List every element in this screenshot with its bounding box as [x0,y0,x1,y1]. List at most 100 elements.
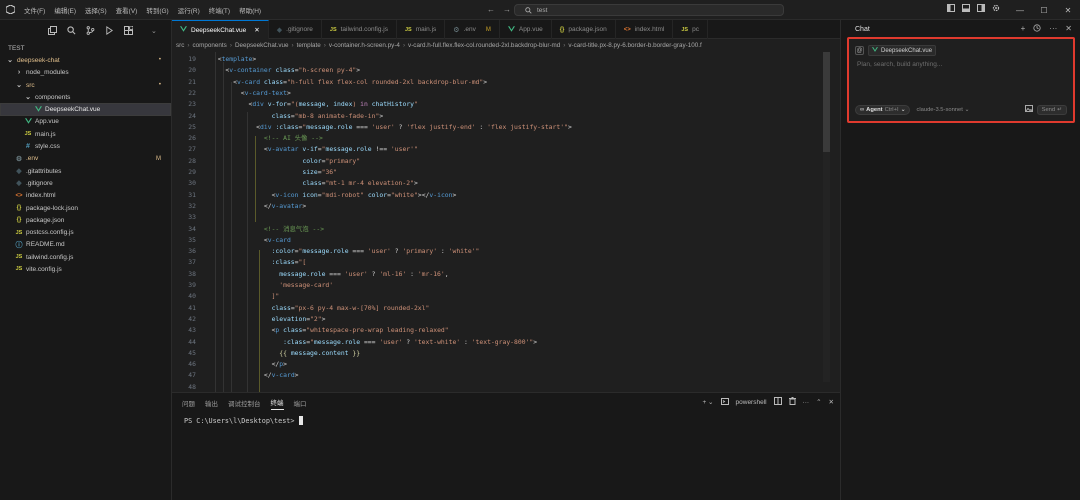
toggle-sidebar-icon[interactable] [947,4,955,14]
history-icon[interactable] [1033,24,1041,34]
more-icon[interactable]: ··· [1049,24,1057,34]
code-token: v-avatar [267,145,299,154]
command-center-search[interactable]: test [514,4,784,16]
breadcrumb-separator-icon: › [323,42,326,49]
file-tree-item[interactable]: {} package.json [0,214,171,226]
explorer-root-label[interactable]: TEST [0,42,171,54]
source-control-icon[interactable] [86,25,95,37]
copy-icon[interactable] [48,25,57,37]
trash-icon[interactable] [788,397,796,407]
add-context-icon[interactable]: @ [855,46,864,55]
close-chat-icon[interactable]: ✕ [1065,24,1072,34]
back-arrow-icon[interactable]: ← [487,5,495,14]
vertical-scrollbar[interactable] [823,52,830,382]
file-tree-item[interactable]: JS tailwind.config.js [0,251,171,263]
menu-item[interactable]: 终端(T) [209,5,230,15]
menu-item[interactable]: 编辑(E) [54,5,76,15]
git-status-badge: • [158,82,161,89]
code-token: : [460,337,472,346]
file-tree-item[interactable]: JS postcss.config.js [0,226,171,238]
context-file-pill[interactable]: DeepseekChat.vue [868,45,937,56]
file-tree-item[interactable]: › node_modules [0,67,171,79]
run-debug-icon[interactable] [105,25,114,37]
editor-tab[interactable]: App.vue [500,20,552,39]
send-button[interactable]: Send ↵ [1036,104,1067,115]
menu-item[interactable]: 转到(G) [146,5,168,15]
menu-item[interactable]: 文件(F) [24,5,45,15]
breadcrumb-separator-icon: › [402,42,406,49]
panel-tab[interactable]: 端口 [294,398,307,408]
code-token: "px-6 py-4 max-w-[70%] rounded-2xl" [294,303,430,312]
vue-file-icon [34,105,42,114]
breadcrumb-item[interactable]: v-card.h-full.flex.flex-col.rounded-2xl.… [408,42,560,49]
minimize-icon[interactable]: — [1008,0,1032,20]
search-icon[interactable] [67,25,76,37]
scrollbar-thumb[interactable] [823,52,830,152]
editor-tab[interactable]: {} package.json [552,20,616,39]
editor-tab[interactable]: ◆ .gitignore [269,20,322,39]
maximize-panel-icon[interactable]: ⌃ [816,398,821,406]
code-token: > [533,337,538,346]
toggle-secondary-sidebar-icon[interactable] [977,4,985,14]
chat-input-box[interactable]: @ DeepseekChat.vue Plan, search, build a… [847,37,1075,123]
image-attach-icon[interactable] [1025,105,1033,114]
shell-name[interactable]: powershell [736,399,767,406]
code-view[interactable]: 19 <template> 20 <v-container class="h-sc… [172,52,840,392]
extensions-icon[interactable] [124,24,135,37]
model-selector[interactable]: claude-3.5-sonnet ⌄ [916,107,969,113]
chevron-down-icon[interactable]: ⌄ [151,27,157,35]
panel-tab[interactable]: 终端 [270,397,284,410]
breadcrumb-item[interactable]: components [193,42,227,49]
file-tree-item[interactable]: JS main.js [0,128,171,140]
panel-tab[interactable]: 输出 [205,398,218,408]
breadcrumb-item[interactable]: template [297,42,321,49]
close-tab-icon[interactable]: ✕ [254,26,259,34]
menu-item[interactable]: 运行(R) [178,5,200,15]
file-tree-item[interactable]: <> index.html [0,190,171,202]
menu-item[interactable]: 帮助(H) [239,5,261,15]
more-icon[interactable]: ··· [803,399,810,406]
panel-tab[interactable]: 问题 [182,398,195,408]
file-tree-item[interactable]: ⌄ deepseek-chat • [0,54,171,66]
terminal-prompt-line[interactable]: PS C:\Users\l\Desktop\test> [172,413,840,425]
editor-tab[interactable]: JS pc [673,20,708,39]
file-tree-item[interactable]: {} package-lock.json [0,202,171,214]
chat-input-placeholder[interactable]: Plan, search, build anything... [857,61,942,68]
file-tree-item[interactable]: ⚙ .env M [0,153,171,165]
split-terminal-icon[interactable] [773,397,782,407]
file-tree-item[interactable]: ⓘ README.md [0,239,171,251]
editor-tab[interactable]: JS main.js [397,20,446,39]
toggle-panel-icon[interactable] [962,4,970,14]
settings-gear-icon[interactable] [992,4,1000,14]
close-icon[interactable]: ✕ [1056,0,1080,20]
file-tree-item[interactable]: ⌄ src • [0,79,171,91]
menu-item[interactable]: 查看(V) [116,5,138,15]
file-tree-item[interactable]: ◆ .gitattributes [0,165,171,177]
mode-shortcut: Ctrl+I [884,106,899,113]
file-tree-item[interactable]: App.vue [0,116,171,128]
file-tree-item[interactable]: # style.css [0,140,171,152]
breadcrumb-item[interactable]: src [176,42,184,49]
file-tree-item[interactable]: ⌄ components [0,91,171,103]
breadcrumb-item[interactable]: v-container.h-screen.py-4 [329,42,400,49]
editor-tab[interactable]: ⚙ .env M [445,20,500,39]
mode-selector[interactable]: ∞ Agent Ctrl+I ⌄ [855,104,911,115]
breadcrumb-item[interactable]: DeepseekChat.vue [235,42,289,49]
file-tree-item[interactable]: JS vite.config.js [0,263,171,275]
new-chat-icon[interactable]: + [1021,24,1026,34]
code-token: message.role [313,337,361,346]
file-tree-item[interactable]: DeepseekChat.vue [0,103,171,116]
new-terminal-icon[interactable]: + ⌄ [702,398,713,406]
editor-tab[interactable]: <> index.html [616,20,674,39]
close-panel-icon[interactable]: ✕ [829,398,834,406]
maximize-icon[interactable]: ☐ [1032,0,1056,20]
forward-arrow-icon[interactable]: → [503,5,511,14]
editor-tab[interactable]: JS tailwind.config.js [322,20,397,39]
breadcrumb-item[interactable]: v-card-title.px-8.py-6.border-b.border-g… [568,42,701,49]
file-tree-item[interactable]: ◆ .gitignore [0,177,171,189]
panel-tab[interactable]: 调试控制台 [228,398,261,408]
menu-item[interactable]: 选择(S) [85,5,107,15]
chat-header-controls: + ··· ✕ [1021,24,1072,34]
editor-tab[interactable]: DeepseekChat.vue ✕ [172,20,269,39]
file-tree-label: DeepseekChat.vue [45,106,101,114]
